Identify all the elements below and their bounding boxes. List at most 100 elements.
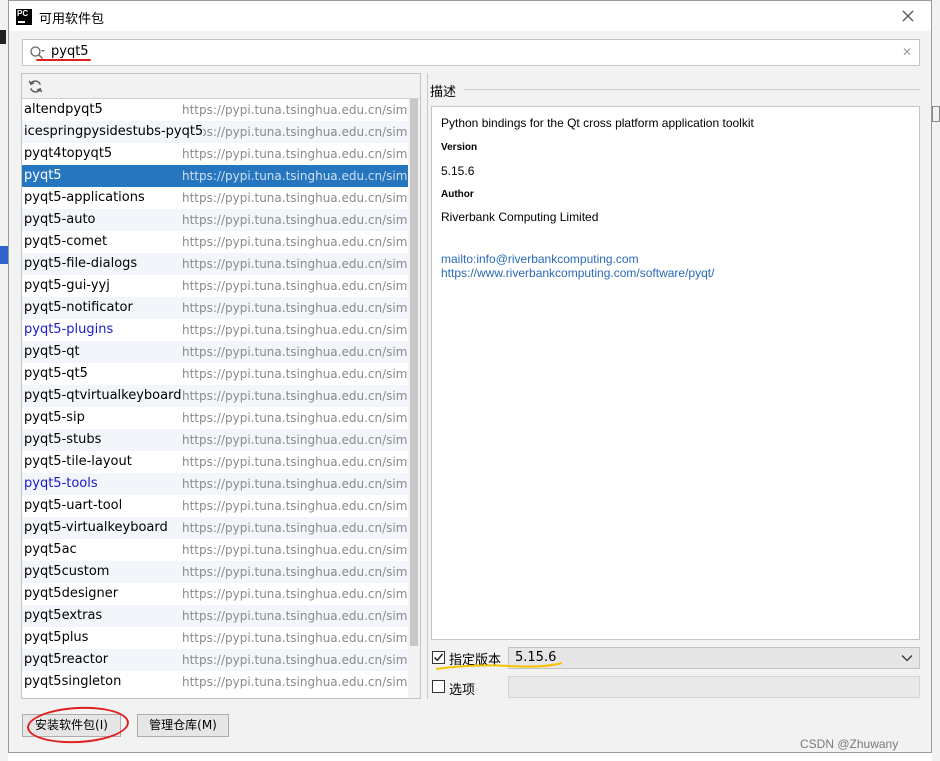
- package-row[interactable]: https://pypi.tuna.tsinghua.edu.cn/simple…: [22, 99, 408, 121]
- package-repo: https://pypi.tuna.tsinghua.edu.cn/simple…: [182, 543, 408, 557]
- package-row[interactable]: https://pypi.tuna.tsinghua.edu.cn/simple…: [22, 627, 408, 649]
- package-row[interactable]: https://pypi.tuna.tsinghua.edu.cn/simple…: [22, 275, 408, 297]
- package-repo-cell: https://pypi.tuna.tsinghua.edu.cn/simple…: [180, 143, 408, 165]
- package-repo: https://pypi.tuna.tsinghua.edu.cn/simple…: [182, 213, 408, 227]
- package-row[interactable]: https://pypi.tuna.tsinghua.edu.cn/simple…: [22, 231, 408, 253]
- package-name: pyqt5-applications: [24, 190, 145, 205]
- options-input[interactable]: [508, 676, 920, 698]
- package-repo-cell: https://pypi.tuna.tsinghua.edu.cn/simple…: [180, 165, 408, 187]
- search-input[interactable]: pyqt5: [51, 44, 89, 59]
- package-name: pyqt5-qtvirtualkeyboard: [24, 385, 182, 407]
- package-name: pyqt5-plugins: [24, 322, 114, 337]
- package-repo: https://pypi.tuna.tsinghua.edu.cn/simple…: [182, 521, 408, 535]
- package-row[interactable]: https://pypi.tuna.tsinghua.edu.cn/simple…: [22, 121, 408, 143]
- annotation-circle-red: [26, 704, 130, 746]
- package-name: pyqt5-auto: [24, 209, 96, 231]
- package-repo-cell: https://pypi.tuna.tsinghua.edu.cn/simple…: [180, 275, 408, 297]
- package-list: https://pypi.tuna.tsinghua.edu.cn/simple…: [22, 99, 408, 693]
- description-label: 描述: [430, 81, 463, 100]
- package-repo-cell: https://pypi.tuna.tsinghua.edu.cn/simple…: [180, 517, 408, 539]
- homepage-link[interactable]: https://www.riverbankcomputing.com/softw…: [441, 266, 714, 280]
- package-name: pyqt5designer: [24, 586, 119, 601]
- package-row[interactable]: https://pypi.tuna.tsinghua.edu.cn/simple…: [22, 649, 408, 671]
- package-name: pyqt5-uart-tool: [24, 498, 123, 513]
- mailto-link[interactable]: mailto:info@riverbankcomputing.com: [441, 252, 639, 266]
- package-repo: https://pypi.tuna.tsinghua.edu.cn/simple…: [182, 609, 408, 623]
- package-row[interactable]: https://pypi.tuna.tsinghua.edu.cn/simple…: [22, 407, 408, 429]
- background-window-control: [932, 106, 940, 122]
- package-row[interactable]: https://pypi.tuna.tsinghua.edu.cn/simple…: [22, 495, 408, 517]
- package-name: pyqt5-tile-layout: [24, 454, 132, 469]
- package-repo-cell: https://pypi.tuna.tsinghua.edu.cn/simple…: [180, 385, 408, 407]
- package-row[interactable]: https://pypi.tuna.tsinghua.edu.cn/simple…: [22, 297, 408, 319]
- package-row[interactable]: https://pypi.tuna.tsinghua.edu.cn/simple…: [22, 209, 408, 231]
- pycharm-logo-icon: PC: [16, 9, 32, 25]
- package-row[interactable]: https://pypi.tuna.tsinghua.edu.cn/simple…: [22, 165, 408, 187]
- package-repo-cell: https://pypi.tuna.tsinghua.edu.cn/simple…: [180, 209, 408, 231]
- list-scrollbar[interactable]: [408, 99, 420, 698]
- package-repo: https://pypi.tuna.tsinghua.edu.cn/simple…: [182, 367, 408, 381]
- close-icon: [902, 10, 914, 22]
- chevron-down-icon: [901, 655, 913, 662]
- scrollbar-thumb[interactable]: [410, 99, 418, 646]
- package-repo-cell: https://pypi.tuna.tsinghua.edu.cn/simple…: [180, 473, 408, 495]
- package-name: pyqt5-file-dialogs: [24, 253, 138, 275]
- package-row[interactable]: https://pypi.tuna.tsinghua.edu.cn/simple…: [22, 561, 408, 583]
- package-row[interactable]: https://pypi.tuna.tsinghua.edu.cn/simple…: [22, 671, 408, 693]
- package-row[interactable]: https://pypi.tuna.tsinghua.edu.cn/simple…: [22, 319, 408, 341]
- package-repo: https://pypi.tuna.tsinghua.edu.cn/simple…: [182, 191, 408, 205]
- clear-icon[interactable]: ✕: [899, 43, 915, 61]
- package-repo: https://pypi.tuna.tsinghua.edu.cn/simple…: [182, 675, 408, 689]
- package-repo: https://pypi.tuna.tsinghua.edu.cn/simple…: [182, 587, 408, 601]
- package-name: pyqt5extras: [24, 605, 103, 627]
- package-repo: https://pypi.tuna.tsinghua.edu.cn/simple…: [182, 477, 408, 491]
- package-repo-cell: https://pypi.tuna.tsinghua.edu.cn/simple…: [180, 561, 408, 583]
- options-checkbox[interactable]: [432, 680, 445, 693]
- package-repo-cell: https://pypi.tuna.tsinghua.edu.cn/simple…: [180, 649, 408, 671]
- package-repo: https://pypi.tuna.tsinghua.edu.cn/simple…: [182, 499, 408, 513]
- window-title: 可用软件包: [39, 12, 105, 27]
- watermark: CSDN @Zhuwany: [800, 737, 899, 751]
- package-row[interactable]: https://pypi.tuna.tsinghua.edu.cn/simple…: [22, 605, 408, 627]
- package-row[interactable]: https://pypi.tuna.tsinghua.edu.cn/simple…: [22, 473, 408, 495]
- package-repo: https://pypi.tuna.tsinghua.edu.cn/simple…: [182, 103, 408, 117]
- package-row[interactable]: https://pypi.tuna.tsinghua.edu.cn/simple…: [22, 363, 408, 385]
- package-row[interactable]: https://pypi.tuna.tsinghua.edu.cn/simple…: [22, 385, 408, 407]
- close-button[interactable]: [893, 5, 923, 27]
- package-name: pyqt5-virtualkeyboard: [24, 517, 168, 539]
- manage-repositories-button[interactable]: 管理仓库(M): [137, 714, 229, 737]
- package-repo: https://pypi.tuna.tsinghua.edu.cn/simple…: [182, 455, 408, 469]
- version-dropdown[interactable]: 5.15.6: [508, 647, 920, 669]
- version-value: 5.15.6: [441, 164, 475, 178]
- package-row[interactable]: https://pypi.tuna.tsinghua.edu.cn/simple…: [22, 517, 408, 539]
- package-name: pyqt5custom: [24, 561, 110, 583]
- refresh-icon[interactable]: [28, 79, 43, 94]
- package-name: pyqt5-notificator: [24, 297, 133, 319]
- package-repo-cell: https://pypi.tuna.tsinghua.edu.cn/simple…: [180, 671, 408, 693]
- package-row[interactable]: https://pypi.tuna.tsinghua.edu.cn/simple…: [22, 253, 408, 275]
- search-field[interactable]: pyqt5 ✕: [22, 39, 920, 66]
- package-repo-cell: https://pypi.tuna.tsinghua.edu.cn/simple…: [180, 539, 408, 561]
- author-value: Riverbank Computing Limited: [441, 210, 599, 224]
- package-name: pyqt5reactor: [24, 649, 109, 671]
- package-row[interactable]: https://pypi.tuna.tsinghua.edu.cn/simple…: [22, 539, 408, 561]
- package-repo-cell: https://pypi.tuna.tsinghua.edu.cn/simple…: [180, 187, 408, 209]
- package-row[interactable]: https://pypi.tuna.tsinghua.edu.cn/simple…: [22, 429, 408, 451]
- splitter[interactable]: [427, 73, 428, 699]
- package-name: pyqt5-tools: [24, 473, 98, 495]
- package-row[interactable]: https://pypi.tuna.tsinghua.edu.cn/simple…: [22, 143, 408, 165]
- annotation-underline-red: [36, 59, 91, 61]
- package-name: pyqt5ac: [24, 542, 77, 557]
- package-repo-cell: https://pypi.tuna.tsinghua.edu.cn/simple…: [180, 253, 408, 275]
- package-repo-cell: https://pypi.tuna.tsinghua.edu.cn/simple…: [180, 297, 408, 319]
- package-repo: https://pypi.tuna.tsinghua.edu.cn/simple…: [182, 279, 408, 293]
- package-row[interactable]: https://pypi.tuna.tsinghua.edu.cn/simple…: [22, 341, 408, 363]
- package-repo: https://pypi.tuna.tsinghua.edu.cn/simple…: [182, 147, 408, 161]
- version-heading: Version: [441, 142, 478, 153]
- description-panel: Python bindings for the Qt cross platfor…: [431, 106, 920, 640]
- package-name: pyqt5singleton: [24, 674, 122, 689]
- package-row[interactable]: https://pypi.tuna.tsinghua.edu.cn/simple…: [22, 583, 408, 605]
- package-row[interactable]: https://pypi.tuna.tsinghua.edu.cn/simple…: [22, 451, 408, 473]
- package-row[interactable]: https://pypi.tuna.tsinghua.edu.cn/simple…: [22, 187, 408, 209]
- package-repo: https://pypi.tuna.tsinghua.edu.cn/simple…: [182, 301, 408, 315]
